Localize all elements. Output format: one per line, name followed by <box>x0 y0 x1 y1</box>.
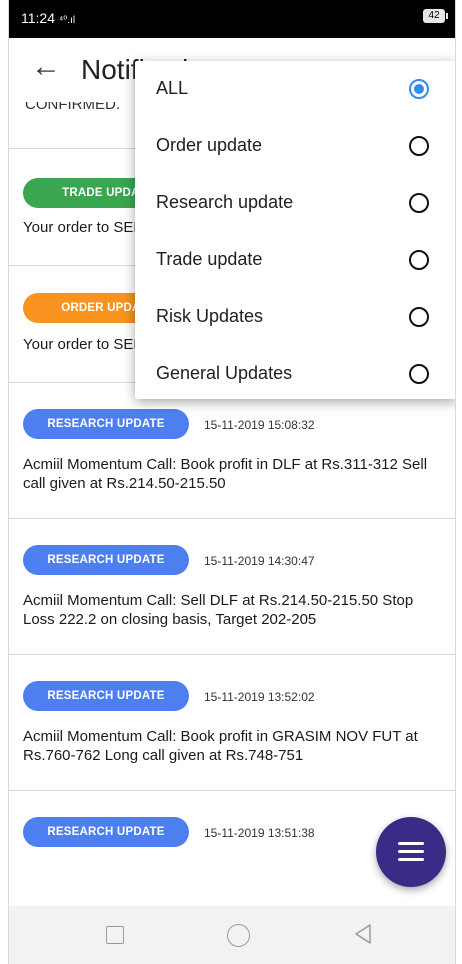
filter-option-label: Risk Updates <box>156 306 264 326</box>
divider <box>9 654 455 655</box>
notification-timestamp: 15-11-2019 13:52:02 <box>204 690 315 704</box>
category-badge: RESEARCH UPDATE <box>23 409 189 439</box>
filter-option-trade-update[interactable]: Trade update <box>135 232 455 289</box>
radio-unselected-icon[interactable] <box>409 307 429 327</box>
filter-option-research-update[interactable]: Research update <box>135 175 455 232</box>
filter-option-risk-updates[interactable]: Risk Updates <box>135 289 455 346</box>
filter-option-label: General Updates <box>156 363 293 383</box>
menu-icon-line <box>398 850 424 853</box>
radio-unselected-icon[interactable] <box>409 193 429 213</box>
menu-icon <box>398 842 424 845</box>
network-signal-icon: ⁴⁰.ıl <box>59 15 76 26</box>
notification-message: Your order to SELL <box>23 336 151 353</box>
category-badge: RESEARCH UPDATE <box>23 817 189 847</box>
notification-message: Your order to SELL <box>23 219 151 236</box>
system-nav-bar <box>9 906 455 964</box>
notification-timestamp: 15-11-2019 13:51:38 <box>204 826 315 840</box>
menu-icon-line <box>398 858 424 861</box>
category-badge: RESEARCH UPDATE <box>23 681 189 711</box>
notification-message: Acmiil Momentum Call: Book profit in DLF… <box>23 456 428 492</box>
status-time: 11:24 ⁴⁰.ıl <box>21 10 76 26</box>
divider <box>9 518 455 519</box>
divider <box>9 790 455 791</box>
filter-option-all[interactable]: ALL <box>135 61 455 118</box>
filter-option-label: Research update <box>156 192 294 212</box>
filter-option-label: Trade update <box>156 249 263 269</box>
notification-message: Acmiil Momentum Call: Book profit in GRA… <box>23 728 418 764</box>
filter-option-order-update[interactable]: Order update <box>135 118 455 175</box>
home-icon[interactable] <box>227 924 250 947</box>
notification-timestamp: 15-11-2019 15:08:32 <box>204 418 315 432</box>
phone-screen: 11:24⁴⁰.ıl 42 ← Notifications CONFIRMED.… <box>8 0 456 964</box>
notification-message: Acmiil Momentum Call: Sell DLF at Rs.214… <box>23 592 414 628</box>
radio-selected-icon[interactable] <box>409 79 429 99</box>
back-triangle-icon[interactable] <box>354 923 372 945</box>
status-bar: 11:24 ⁴⁰.ıl 42 <box>9 0 455 38</box>
notification-timestamp: 15-11-2019 14:30:47 <box>204 554 315 568</box>
category-badge: RESEARCH UPDATE <box>23 545 189 575</box>
filter-option-label: Order update <box>156 135 263 155</box>
filter-menu: ALL Order update Research update Trade u… <box>135 61 455 399</box>
recents-icon[interactable] <box>106 926 124 944</box>
filter-option-label: ALL <box>156 78 189 98</box>
back-arrow-icon[interactable]: ← <box>31 50 61 84</box>
menu-fab-button[interactable] <box>376 817 446 887</box>
radio-unselected-icon[interactable] <box>409 136 429 156</box>
battery-icon: 42 <box>423 9 448 23</box>
radio-unselected-icon[interactable] <box>409 364 429 384</box>
radio-unselected-icon[interactable] <box>409 250 429 270</box>
filter-option-general-updates[interactable]: General Updates <box>135 346 455 403</box>
